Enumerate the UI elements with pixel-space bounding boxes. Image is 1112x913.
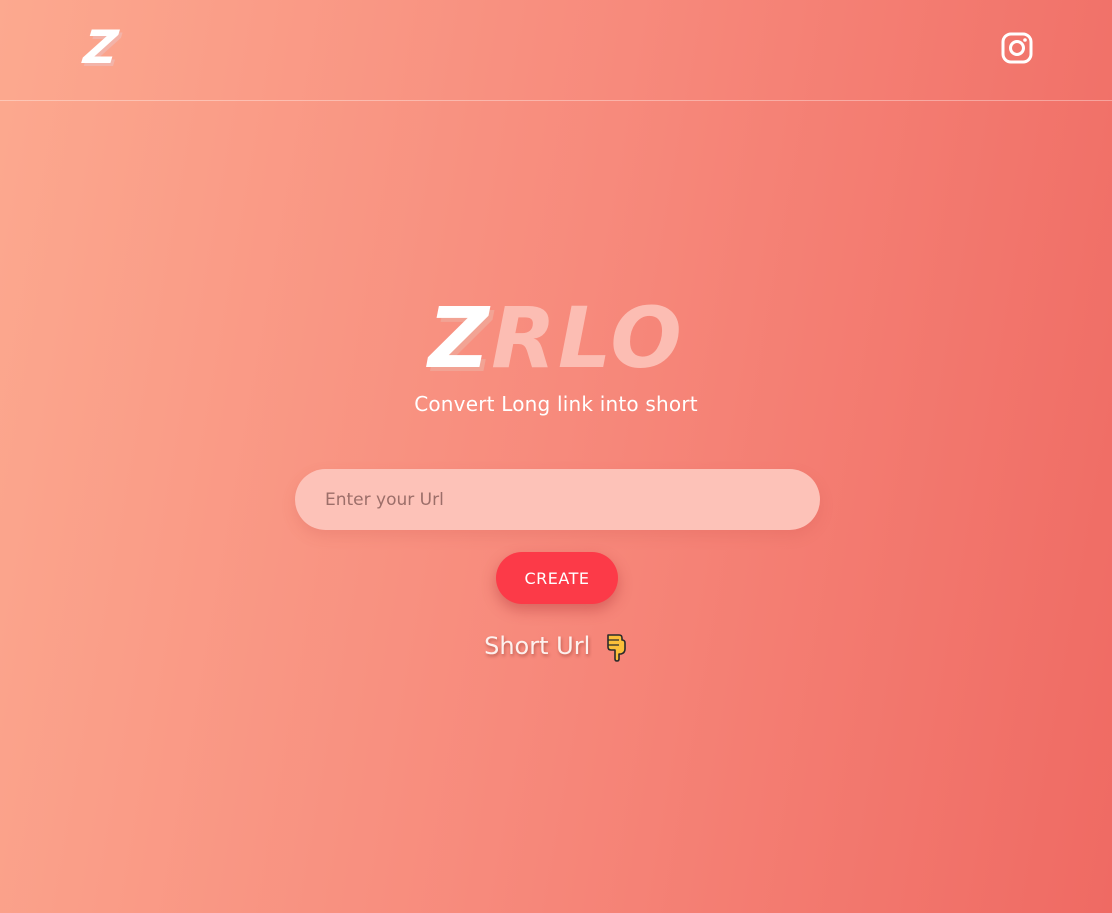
brand-logo: ZRLO [428,296,684,380]
create-button[interactable]: CREATE [496,552,618,604]
brand-logo-rest: RLO [491,289,684,387]
short-url-label-row: Short Url [0,632,1112,662]
tagline: Convert Long link into short [414,392,698,416]
brand-logo-z: Z [428,289,492,387]
instagram-icon[interactable] [1001,32,1033,64]
url-input[interactable] [295,469,820,530]
nav-logo[interactable]: Z [81,20,120,74]
top-navbar: Z [0,0,1112,101]
pointing-down-hand-icon [607,634,626,662]
hero-brand: ZRLO [0,296,1112,380]
short-url-label: Short Url [484,632,591,660]
